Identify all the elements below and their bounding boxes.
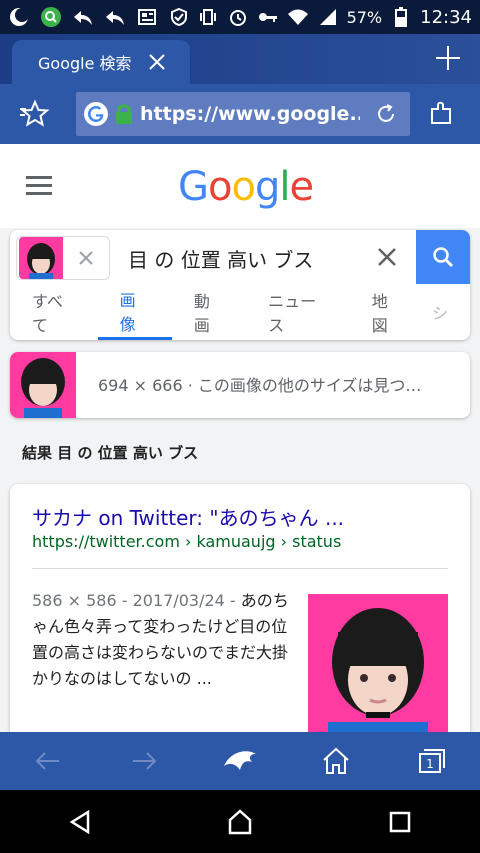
browser-toolbar: 1 bbox=[0, 732, 480, 790]
key-icon bbox=[257, 6, 279, 28]
image-size-info: 694 × 666 · この画像の他のサイズは見つ… bbox=[98, 376, 422, 395]
browser-tab-strip: Google 検索 bbox=[0, 34, 480, 84]
reply-icon bbox=[72, 6, 94, 28]
image-query-chip[interactable] bbox=[16, 236, 110, 280]
shield-icon bbox=[168, 6, 190, 28]
moon-icon bbox=[8, 6, 30, 28]
tab-more[interactable]: シ bbox=[424, 284, 470, 340]
tab-videos[interactable]: 動画 bbox=[172, 284, 246, 340]
signal-icon bbox=[317, 6, 339, 28]
search-card: 目 の 位置 高い ブス すべて 画像 動画 ニュース 地図 シ bbox=[10, 230, 470, 340]
tabs-count-icon: 1 bbox=[419, 749, 445, 773]
home-button[interactable] bbox=[288, 732, 384, 790]
tab-news[interactable]: ニュース bbox=[246, 284, 350, 340]
search-tabs: すべて 画像 動画 ニュース 地図 シ bbox=[10, 284, 470, 340]
result-snippet: 586 × 586 - 2017/03/24 - あのちゃん色々弄って変わったけ… bbox=[32, 588, 300, 692]
battery-percent: 57% bbox=[346, 7, 383, 27]
vibrate-icon bbox=[197, 6, 219, 28]
tab-images[interactable]: 画像 bbox=[97, 284, 172, 340]
news-icon bbox=[136, 6, 158, 28]
tab-maps[interactable]: 地図 bbox=[350, 284, 424, 340]
tabs-button[interactable]: 1 bbox=[384, 732, 480, 790]
query-image-thumbnail bbox=[19, 237, 63, 279]
svg-text:1: 1 bbox=[426, 757, 434, 771]
dolphin-icon bbox=[224, 751, 256, 770]
reload-icon[interactable] bbox=[374, 102, 398, 126]
page-content: Google 目 の 位置 高い ブス すべて 画像 動画 ニュース 地図 シ … bbox=[0, 144, 480, 732]
divider bbox=[32, 568, 448, 569]
results-heading: 結果 目 の 位置 高い ブス bbox=[22, 444, 199, 462]
extension-icon[interactable] bbox=[428, 99, 456, 127]
search-icon bbox=[433, 247, 454, 268]
nav-recents-icon[interactable] bbox=[386, 808, 414, 836]
browser-tab[interactable]: Google 検索 bbox=[12, 40, 190, 84]
battery-icon bbox=[390, 6, 412, 28]
clear-query-icon[interactable] bbox=[376, 246, 398, 268]
remove-image-icon[interactable] bbox=[77, 249, 95, 267]
new-tab-icon[interactable] bbox=[434, 44, 462, 72]
lock-icon bbox=[116, 104, 132, 124]
wifi-icon bbox=[287, 6, 309, 28]
result-card[interactable]: サカナ on Twitter: "あのちゃん ... https://twitt… bbox=[10, 484, 470, 732]
nav-back-icon[interactable] bbox=[66, 808, 94, 836]
dolphin-menu-button[interactable] bbox=[192, 732, 288, 790]
bookmark-star-icon[interactable] bbox=[20, 99, 50, 129]
reply-all-icon bbox=[104, 6, 126, 28]
alarm-icon bbox=[227, 6, 249, 28]
forward-arrow-icon bbox=[133, 752, 157, 770]
menu-icon[interactable] bbox=[26, 174, 52, 196]
tab-all[interactable]: すべて bbox=[10, 284, 98, 340]
search-button[interactable] bbox=[416, 230, 470, 284]
result-url[interactable]: https://twitter.com › kamuaujg › status bbox=[32, 532, 341, 551]
google-header: Google bbox=[0, 144, 480, 228]
back-arrow-icon bbox=[35, 752, 59, 770]
close-icon[interactable] bbox=[146, 51, 168, 73]
google-logo: Google bbox=[178, 164, 314, 210]
result-image[interactable] bbox=[308, 594, 448, 732]
search-app-icon bbox=[40, 6, 62, 28]
result-meta: 586 × 586 - 2017/03/24 - bbox=[32, 591, 241, 610]
home-icon bbox=[323, 747, 349, 774]
image-thumbnail bbox=[10, 352, 76, 418]
status-bar: 57% 12:34 bbox=[0, 0, 480, 34]
tab-title: Google 検索 bbox=[38, 54, 132, 73]
image-info-card[interactable]: 694 × 666 · この画像の他のサイズは見つ… bbox=[10, 352, 470, 418]
address-bar: https://www.google.... bbox=[0, 84, 480, 144]
nav-home-icon[interactable] bbox=[226, 808, 254, 836]
back-button[interactable] bbox=[0, 732, 96, 790]
result-title-link[interactable]: サカナ on Twitter: "あのちゃん ... bbox=[32, 502, 344, 531]
url-text: https://www.google.... bbox=[140, 103, 360, 125]
clock: 12:34 bbox=[420, 6, 472, 28]
google-g-icon bbox=[84, 102, 108, 126]
url-field[interactable]: https://www.google.... bbox=[76, 92, 410, 136]
search-query[interactable]: 目 の 位置 高い ブス bbox=[128, 244, 313, 273]
forward-button[interactable] bbox=[96, 732, 192, 790]
system-navigation-bar bbox=[0, 790, 480, 853]
